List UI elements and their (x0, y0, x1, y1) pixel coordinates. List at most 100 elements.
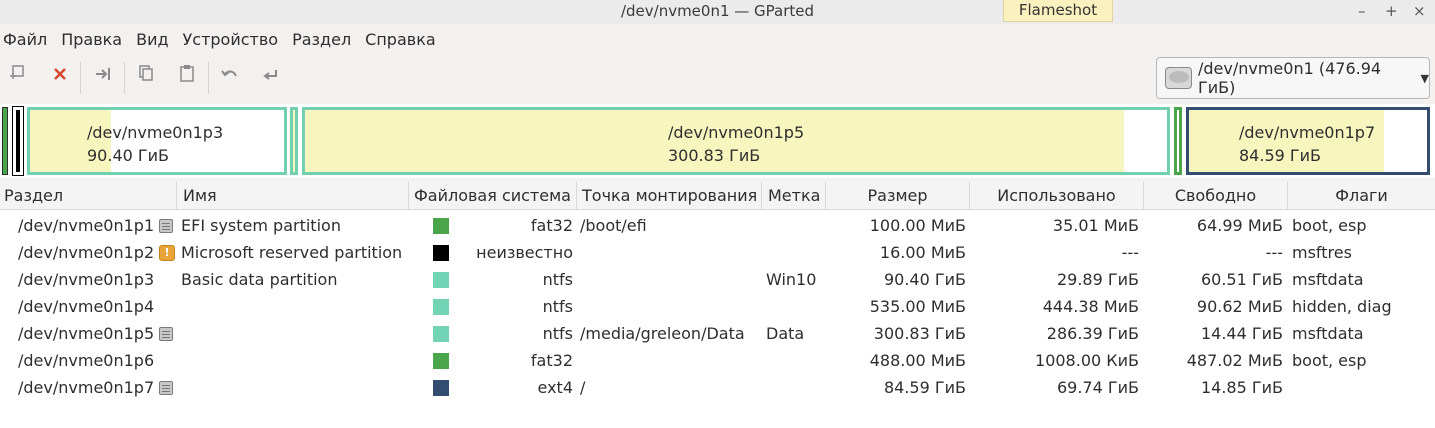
cell-partition: /dev/nvme0n1p4 (18, 297, 155, 316)
info-icon (159, 219, 173, 233)
cell-filesystem: ntfs (542, 297, 573, 316)
map-segment-p7[interactable]: /dev/nvme0n1p7 84.59 ГиБ (1186, 107, 1430, 175)
cell-filesystem: ntfs (542, 324, 573, 343)
resize-move-button[interactable] (90, 64, 116, 90)
cell-partition: /dev/nvme0n1p5 (18, 324, 155, 343)
column-label[interactable]: Метка (762, 182, 826, 210)
toolbar-separator (208, 62, 209, 94)
menu-device[interactable]: Устройство (180, 28, 279, 54)
column-partition[interactable]: Раздел (0, 182, 177, 210)
info-icon (159, 381, 173, 395)
map-segment-p4[interactable] (290, 107, 298, 175)
close-window-button[interactable]: × (1413, 2, 1426, 20)
cell-free: 64.99 МиБ (1196, 216, 1283, 235)
title-bar: /dev/nvme0n1 — GParted Flameshot – + × (0, 0, 1435, 24)
cell-used: 29.89 ГиБ (1056, 270, 1139, 289)
table-row[interactable]: /dev/nvme0n1p2 Microsoft reserved partiti… (0, 239, 1435, 266)
toolbar-separator (80, 62, 81, 94)
cell-free: 487.02 МиБ (1186, 351, 1283, 370)
cell-free: 60.51 ГиБ (1200, 270, 1283, 289)
table-row[interactable]: /dev/nvme0n1p3 Basic data partition ntfs Wi… (0, 266, 1435, 293)
cell-free: --- (1265, 243, 1283, 262)
menu-partition[interactable]: Раздел (289, 28, 351, 54)
cell-used: 69.74 ГиБ (1056, 378, 1139, 397)
cell-flags: msftres (1292, 243, 1352, 262)
map-segment-p2[interactable] (12, 106, 24, 176)
new-partition-icon (10, 65, 24, 79)
cell-used: --- (1121, 243, 1139, 262)
column-filesystem[interactable]: Файловая система (409, 182, 577, 210)
map-segment-p6[interactable] (1174, 107, 1182, 175)
flameshot-overlay-label: Flameshot (1003, 0, 1113, 22)
cell-partition: /dev/nvme0n1p2 (18, 243, 155, 262)
map-segment-p1[interactable] (2, 107, 8, 175)
cell-flags: msftdata (1292, 324, 1364, 343)
cell-mountpoint: /boot/efi (580, 216, 647, 235)
cell-name: Basic data partition (181, 270, 338, 289)
apply-button[interactable] (258, 64, 284, 90)
filesystem-color-swatch (433, 326, 449, 342)
cell-mountpoint: /media/greleon/Data (580, 324, 745, 343)
segment-size: 84.59 ГиБ (1239, 146, 1322, 165)
cell-filesystem: неизвестно (476, 243, 573, 262)
copy-button[interactable] (133, 64, 159, 90)
column-free[interactable]: Свободно (1144, 182, 1288, 210)
filesystem-color-swatch (433, 272, 449, 288)
table-header: Раздел Имя Файловая система Точка монтир… (0, 182, 1435, 210)
cell-flags: hidden, diag (1292, 297, 1392, 316)
cell-used: 444.38 МиБ (1042, 297, 1139, 316)
cell-size: 488.00 МиБ (869, 351, 966, 370)
undo-button[interactable] (217, 64, 243, 90)
cell-label: Win10 (766, 270, 817, 289)
table-row[interactable]: /dev/nvme0n1p5 ntfs/media/greleon/Data Dat… (0, 320, 1435, 347)
column-size[interactable]: Размер (826, 182, 970, 210)
menu-file[interactable]: Файл (0, 28, 47, 54)
delete-partition-button[interactable] (47, 64, 73, 90)
paste-button[interactable] (174, 64, 200, 90)
partition-table: Раздел Имя Файловая система Точка монтир… (0, 182, 1435, 428)
cell-used: 1008.00 КиБ (1035, 351, 1139, 370)
segment-name: /dev/nvme0n1p7 (1239, 123, 1376, 142)
map-segment-p3[interactable]: /dev/nvme0n1p3 90.40 ГиБ (27, 107, 287, 175)
minimize-button[interactable]: – (1358, 2, 1366, 20)
column-used[interactable]: Использовано (970, 182, 1144, 210)
cell-size: 90.40 ГиБ (883, 270, 966, 289)
cell-used: 286.39 ГиБ (1046, 324, 1139, 343)
cell-free: 90.62 МиБ (1196, 297, 1283, 316)
cell-size: 16.00 МиБ (879, 243, 966, 262)
cell-size: 100.00 МиБ (869, 216, 966, 235)
window-title: /dev/nvme0n1 — GParted (620, 2, 815, 20)
maximize-button[interactable]: + (1385, 2, 1398, 20)
cell-mountpoint: / (580, 378, 586, 397)
hard-disk-icon (1165, 67, 1192, 89)
apply-icon (263, 70, 277, 80)
new-partition-button[interactable] (4, 64, 30, 90)
cell-free: 14.44 ГиБ (1200, 324, 1283, 343)
cell-filesystem: ext4 (537, 378, 573, 397)
cell-flags: boot, esp (1292, 351, 1367, 370)
copy-icon (139, 65, 153, 81)
table-row[interactable]: /dev/nvme0n1p7 ext4 / 84.59 ГиБ 69.74 ГиБ 14.… (0, 374, 1435, 401)
map-segment-p5[interactable]: /dev/nvme0n1p5 300.83 ГиБ (302, 107, 1170, 175)
menu-help[interactable]: Справка (362, 28, 436, 54)
menu-view[interactable]: Вид (133, 28, 168, 54)
column-mountpoint[interactable]: Точка монтирования (577, 182, 762, 210)
table-row[interactable]: /dev/nvme0n1p6 fat32 488.00 МиБ 1008.00 КиБ… (0, 347, 1435, 374)
cell-size: 84.59 ГиБ (883, 378, 966, 397)
cell-label: Data (766, 324, 805, 343)
warning-icon: ! (159, 245, 175, 261)
table-row[interactable]: /dev/nvme0n1p1 EFI system partition fat32 /… (0, 212, 1435, 239)
table-row[interactable]: /dev/nvme0n1p4 ntfs 535.00 МиБ 444.38 МиБ 90… (0, 293, 1435, 320)
segment-size: 300.83 ГиБ (668, 146, 761, 165)
filesystem-color-swatch (433, 380, 449, 396)
cell-size: 535.00 МиБ (869, 297, 966, 316)
menu-bar: Файл Правка Вид Устройство Раздел Справк… (0, 28, 447, 54)
cell-name: EFI system partition (181, 216, 341, 235)
menu-edit[interactable]: Правка (58, 28, 122, 54)
column-flags[interactable]: Флаги (1288, 182, 1435, 210)
column-name[interactable]: Имя (177, 182, 409, 210)
segment-name: /dev/nvme0n1p3 (87, 123, 224, 142)
cell-filesystem: fat32 (530, 351, 573, 370)
device-selector[interactable]: /dev/nvme0n1 (476.94 ГиБ) ▼ (1156, 57, 1430, 99)
device-selector-label: /dev/nvme0n1 (476.94 ГиБ) (1197, 59, 1382, 97)
